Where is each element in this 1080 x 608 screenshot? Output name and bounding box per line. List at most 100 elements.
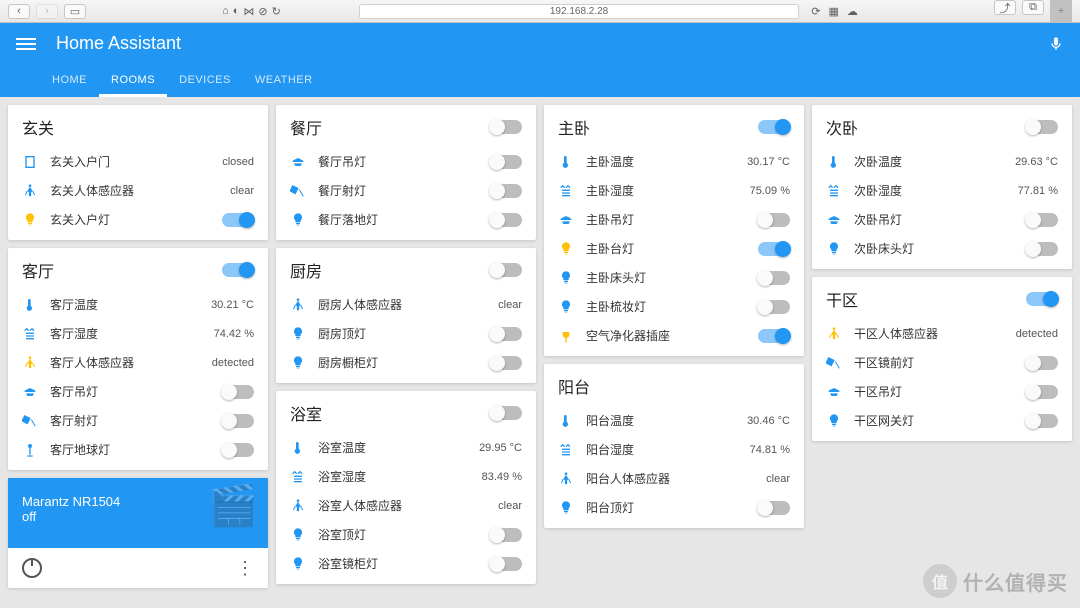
entity-row[interactable]: 次卧吊灯	[812, 205, 1072, 234]
card-title[interactable]: 干区	[826, 287, 858, 311]
entity-row[interactable]: 客厅地球灯	[8, 435, 268, 464]
card-title[interactable]: 客厅	[22, 258, 54, 282]
ext-icon[interactable]: ⌂	[222, 5, 229, 18]
card-title[interactable]: 餐厅	[290, 115, 322, 139]
entity-row[interactable]: 浴室湿度83.49 %	[276, 462, 536, 491]
entity-row[interactable]: 厨房橱柜灯	[276, 348, 536, 377]
entity-toggle[interactable]	[490, 528, 522, 542]
entity-toggle[interactable]	[490, 155, 522, 169]
group-toggle[interactable]	[1026, 292, 1058, 306]
entity-toggle[interactable]	[222, 213, 254, 227]
entity-row[interactable]: 干区人体感应器detected	[812, 319, 1072, 348]
ext-icon[interactable]: ◐	[233, 5, 240, 18]
entity-row[interactable]: 玄关入户门closed	[8, 147, 268, 176]
tab-weather[interactable]: WEATHER	[243, 64, 325, 97]
tabs-button[interactable]: ⧉	[1022, 0, 1044, 15]
entity-toggle[interactable]	[490, 184, 522, 198]
entity-row[interactable]: 干区镜前灯	[812, 348, 1072, 377]
entity-toggle[interactable]	[758, 242, 790, 256]
tab-devices[interactable]: DEVICES	[167, 64, 243, 97]
group-toggle[interactable]	[490, 120, 522, 134]
entity-row[interactable]: 次卧温度29.63 °C	[812, 147, 1072, 176]
entity-toggle[interactable]	[490, 213, 522, 227]
reload-icon[interactable]: ⟳	[811, 5, 820, 18]
entity-row[interactable]: 干区吊灯	[812, 377, 1072, 406]
entity-row[interactable]: 餐厅落地灯	[276, 205, 536, 234]
entity-row[interactable]: 主卧台灯	[544, 234, 804, 263]
power-button[interactable]	[22, 558, 42, 578]
entity-row[interactable]: 浴室镜柜灯	[276, 549, 536, 578]
entity-toggle[interactable]	[1026, 356, 1058, 370]
entity-row[interactable]: 玄关入户灯	[8, 205, 268, 234]
entity-row[interactable]: 主卧湿度75.09 %	[544, 176, 804, 205]
entity-row[interactable]: 客厅射灯	[8, 406, 268, 435]
ext-icon[interactable]: ↻	[272, 5, 281, 18]
entity-row[interactable]: 阳台顶灯	[544, 493, 804, 522]
entity-row[interactable]: 餐厅吊灯	[276, 147, 536, 176]
entity-row[interactable]: 阳台温度30.46 °C	[544, 406, 804, 435]
entity-toggle[interactable]	[1026, 242, 1058, 256]
cloud-icon[interactable]: ☁	[847, 5, 858, 18]
entity-toggle[interactable]	[758, 501, 790, 515]
entity-toggle[interactable]	[758, 329, 790, 343]
share-button[interactable]: ⤴	[994, 0, 1016, 15]
entity-row[interactable]: 阳台人体感应器clear	[544, 464, 804, 493]
entity-toggle[interactable]	[222, 443, 254, 457]
grid-icon[interactable]: ▦	[828, 5, 838, 18]
entity-row[interactable]: 浴室顶灯	[276, 520, 536, 549]
entity-row[interactable]: 客厅吊灯	[8, 377, 268, 406]
tab-home[interactable]: HOME	[40, 64, 99, 97]
entity-toggle[interactable]	[490, 327, 522, 341]
tab-rooms[interactable]: ROOMS	[99, 64, 167, 97]
entity-toggle[interactable]	[1026, 385, 1058, 399]
hamburger-icon[interactable]	[16, 35, 36, 53]
entity-row[interactable]: 厨房顶灯	[276, 319, 536, 348]
forward-button[interactable]: ›	[36, 4, 58, 19]
group-toggle[interactable]	[490, 263, 522, 277]
entity-toggle[interactable]	[1026, 213, 1058, 227]
entity-row[interactable]: 干区网关灯	[812, 406, 1072, 435]
card-title[interactable]: 厨房	[290, 258, 322, 282]
ext-icon[interactable]: ⋈	[243, 5, 254, 18]
card-title[interactable]: 主卧	[558, 115, 590, 139]
entity-row[interactable]: 浴室温度29.95 °C	[276, 433, 536, 462]
entity-row[interactable]: 空气净化器插座	[544, 321, 804, 350]
card-title[interactable]: 阳台	[558, 374, 590, 398]
entity-row[interactable]: 主卧梳妆灯	[544, 292, 804, 321]
entity-row[interactable]: 主卧温度30.17 °C	[544, 147, 804, 176]
group-toggle[interactable]	[758, 120, 790, 134]
entity-row[interactable]: 厨房人体感应器clear	[276, 290, 536, 319]
entity-row[interactable]: 次卧湿度77.81 %	[812, 176, 1072, 205]
media-header[interactable]: Marantz NR1504off🎬	[8, 478, 268, 548]
ext-icon[interactable]: ⊘	[258, 5, 267, 18]
entity-row[interactable]: 次卧床头灯	[812, 234, 1072, 263]
entity-row[interactable]: 客厅湿度74.42 %	[8, 319, 268, 348]
entity-row[interactable]: 主卧吊灯	[544, 205, 804, 234]
entity-toggle[interactable]	[1026, 414, 1058, 428]
entity-row[interactable]: 客厅温度30.21 °C	[8, 290, 268, 319]
sidebar-button[interactable]: ▭	[64, 4, 86, 19]
entity-toggle[interactable]	[490, 356, 522, 370]
group-toggle[interactable]	[490, 406, 522, 420]
entity-toggle[interactable]	[758, 271, 790, 285]
entity-toggle[interactable]	[222, 414, 254, 428]
entity-row[interactable]: 玄关人体感应器clear	[8, 176, 268, 205]
entity-toggle[interactable]	[758, 213, 790, 227]
group-toggle[interactable]	[222, 263, 254, 277]
group-toggle[interactable]	[1026, 120, 1058, 134]
microphone-icon[interactable]	[1048, 36, 1064, 52]
card-title[interactable]: 玄关	[22, 115, 54, 139]
url-bar[interactable]: 192.168.2.28	[359, 4, 799, 19]
entity-toggle[interactable]	[490, 557, 522, 571]
new-tab-button[interactable]: +	[1050, 0, 1072, 22]
entity-row[interactable]: 客厅人体感应器detected	[8, 348, 268, 377]
card-title[interactable]: 浴室	[290, 401, 322, 425]
entity-toggle[interactable]	[758, 300, 790, 314]
card-title[interactable]: 次卧	[826, 115, 858, 139]
entity-row[interactable]: 主卧床头灯	[544, 263, 804, 292]
back-button[interactable]: ‹	[8, 4, 30, 19]
entity-row[interactable]: 阳台湿度74.81 %	[544, 435, 804, 464]
entity-row[interactable]: 浴室人体感应器clear	[276, 491, 536, 520]
entity-toggle[interactable]	[222, 385, 254, 399]
entity-row[interactable]: 餐厅射灯	[276, 176, 536, 205]
